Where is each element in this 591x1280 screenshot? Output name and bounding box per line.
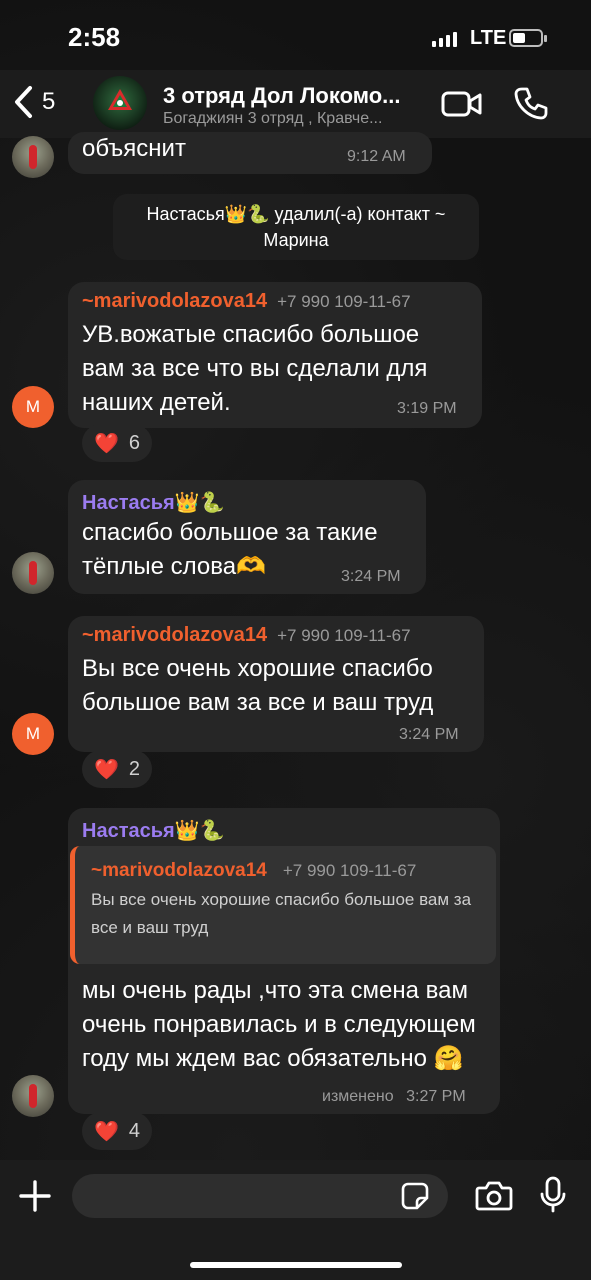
reaction-chip[interactable]: ❤️ 6 (82, 424, 153, 462)
group-logo-icon (108, 89, 132, 110)
message-text: мы очень рады ,что эта смена вам очень п… (82, 977, 476, 1072)
unread-count: 5 (42, 88, 56, 115)
microphone-icon (540, 1176, 566, 1213)
chat-header: 5 3 отряд Дол Локомо... Богаджиян 3 отря… (0, 70, 591, 138)
sticker-button[interactable] (400, 1181, 430, 1216)
chat-members[interactable]: Богаджиян 3 отряд , Кравче... (163, 110, 431, 128)
message-bubble[interactable]: ~marivodolazova14 +7 990 109-11-67 Вы все… (68, 616, 484, 752)
quote-text: Вы все очень хорошие спасибо большое вам… (91, 890, 472, 937)
message-text: объяснит (82, 135, 186, 162)
sender-phone: +7 990 109-11-67 (277, 292, 411, 311)
voice-message-button[interactable] (539, 1176, 567, 1219)
message-time: 3:24 PM (341, 568, 401, 585)
attach-button[interactable] (17, 1178, 53, 1219)
message-bubble[interactable]: объяснит 9:12 AM (68, 132, 432, 174)
composer-bar (0, 1160, 591, 1280)
sender-avatar[interactable] (12, 1075, 54, 1117)
heart-icon: ❤️ (94, 1120, 119, 1143)
signal-icon (432, 32, 457, 47)
sender-avatar[interactable] (12, 552, 54, 594)
status-bar: 2:58 LTE (0, 0, 591, 70)
back-button[interactable]: 5 (12, 84, 55, 120)
sender-avatar[interactable]: M (12, 386, 54, 428)
camera-icon (475, 1181, 513, 1211)
video-call-button[interactable] (441, 90, 483, 123)
message-time-value: 3:27 PM (406, 1088, 466, 1105)
sender-avatar[interactable] (12, 136, 54, 178)
sender-name[interactable]: ~marivodolazova14 (82, 624, 267, 646)
sender-phone: +7 990 109-11-67 (277, 626, 411, 645)
message-time: 9:12 AM (347, 148, 406, 165)
reaction-chip[interactable]: ❤️ 4 (82, 1112, 153, 1150)
message-time: изменено 3:27 PM (322, 1088, 466, 1106)
network-label: LTE (470, 27, 507, 49)
message-time: 3:24 PM (399, 726, 459, 743)
camera-button[interactable] (475, 1180, 513, 1217)
sender-name[interactable]: Настасья👑🐍 (82, 490, 225, 515)
quote-sender: ~marivodolazova14 (91, 860, 267, 881)
message-text: Вы все очень хорошие спасибо большое вам… (82, 655, 434, 716)
group-avatar[interactable] (93, 76, 147, 130)
heart-icon: ❤️ (94, 432, 119, 455)
message-bubble[interactable]: Настасья👑🐍 спасибо большое за такие тёпл… (68, 480, 426, 594)
chat-title[interactable]: 3 отряд Дол Локомо... (163, 83, 431, 109)
quote-phone: +7 990 109-11-67 (282, 861, 417, 880)
reaction-count: 6 (128, 431, 141, 454)
sender-name[interactable]: ~marivodolazova14 (82, 290, 267, 312)
edited-label: изменено (322, 1088, 394, 1105)
video-call-icon (441, 91, 482, 117)
back-chevron-icon (15, 86, 32, 118)
reaction-count: 4 (128, 1119, 141, 1142)
message-time: 3:19 PM (397, 400, 457, 417)
message-input[interactable] (72, 1174, 448, 1218)
sender-name[interactable]: Настасья👑🐍 (82, 818, 225, 843)
reply-quote[interactable]: ~marivodolazova14 +7 990 109-11-67 Вы все… (70, 846, 496, 964)
plus-icon (19, 1180, 51, 1212)
battery-icon (509, 29, 547, 47)
voice-call-button[interactable] (514, 86, 548, 125)
message-bubble[interactable]: ~marivodolazova14 +7 990 109-11-67 УВ.вож… (68, 282, 482, 428)
home-indicator[interactable] (190, 1262, 402, 1268)
heart-icon: ❤️ (94, 758, 119, 781)
system-message: Настасья👑🐍 удалил(-а) контакт ~ Марина (113, 194, 479, 260)
sticker-icon (401, 1182, 429, 1210)
phone-icon (514, 87, 548, 120)
sender-avatar[interactable]: M (12, 713, 54, 755)
reaction-chip[interactable]: ❤️ 2 (82, 750, 153, 788)
reaction-count: 2 (128, 757, 141, 780)
status-time: 2:58 (68, 22, 121, 52)
